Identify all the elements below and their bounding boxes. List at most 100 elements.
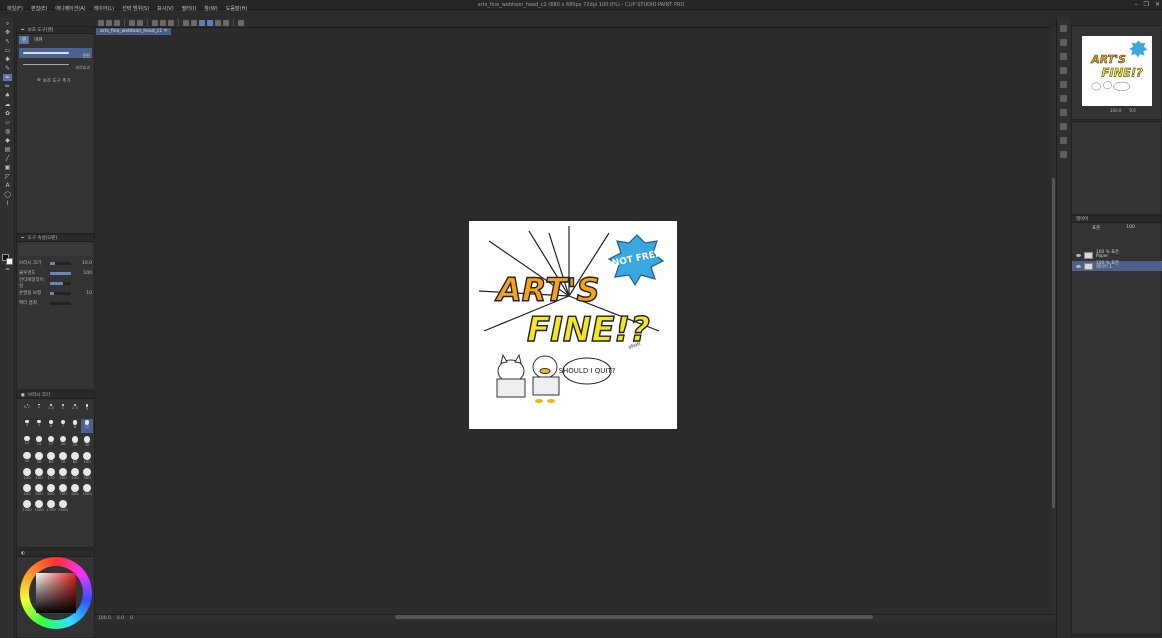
property-slider[interactable] (50, 261, 71, 265)
material-icon[interactable] (1060, 53, 1067, 60)
blend-mode-select[interactable]: 표준 (1092, 225, 1100, 231)
visibility-eye-icon[interactable] (1076, 264, 1081, 268)
layer-opacity[interactable]: 100 (1126, 225, 1135, 231)
brush-size-preset[interactable]: 250 (69, 467, 81, 481)
brush-size-preset[interactable]: 80 (69, 451, 81, 465)
info-icon[interactable] (1060, 151, 1067, 158)
brush-size-preset[interactable]: 10 (81, 419, 93, 433)
decoration-icon[interactable]: ✿ (3, 110, 12, 117)
auto-select-icon[interactable]: ✱ (3, 56, 12, 63)
menu-edit[interactable]: 편집(E) (27, 0, 51, 18)
brush-size-preset[interactable]: 1700 (45, 499, 57, 513)
tab-marker[interactable]: 마커 (31, 36, 45, 44)
eraser-icon[interactable]: ▱ (3, 119, 12, 126)
figure-icon[interactable]: ╱ (3, 155, 12, 162)
item-bank-icon[interactable] (1060, 109, 1067, 116)
transform-icon[interactable] (168, 19, 174, 26)
artwork-canvas[interactable]: NOT FREE ART'S FINE!? ohoh SHOULD I QUIT… (469, 221, 677, 429)
property-slider[interactable] (50, 291, 71, 295)
brush-size-preset[interactable]: 25 (69, 435, 81, 449)
angle-readout[interactable]: 0.0 (117, 616, 124, 621)
brush-size-preset[interactable]: 1200 (21, 499, 33, 513)
menu-help[interactable]: 도움말(H) (222, 0, 251, 18)
undo-icon[interactable] (129, 19, 135, 26)
brush-size-preset[interactable]: 70 (57, 451, 69, 465)
brush-size-preset[interactable]: 1.5 (45, 403, 57, 417)
brush-size-preset[interactable]: 150 (33, 467, 45, 481)
menu-view[interactable]: 표시(V) (153, 0, 178, 18)
brush-size-preset[interactable]: 170 (45, 467, 57, 481)
property-slider[interactable] (50, 301, 71, 305)
menu-filter[interactable]: 필터(I) (178, 0, 201, 18)
pen-tool-icon[interactable]: ✒ (3, 74, 12, 81)
brush-size-preset[interactable]: 800 (69, 483, 81, 497)
brush-size-preset[interactable]: 6 (45, 419, 57, 433)
search-icon[interactable] (1060, 123, 1067, 130)
document-tab[interactable]: arts_fine_webtoon_head_c1 ✕ (96, 28, 172, 35)
brush-size-preset[interactable]: 12 (21, 435, 33, 449)
blend-icon[interactable]: ◍ (3, 128, 12, 135)
frame-icon[interactable]: ▣ (3, 164, 12, 171)
text-tool-icon[interactable]: A (3, 182, 12, 189)
airbrush-icon[interactable]: ☁ (3, 101, 12, 108)
zoom-tool-icon[interactable]: ⌕ (3, 20, 12, 27)
property-slider[interactable] (50, 281, 71, 285)
property-stabilization[interactable]: 손떨림 보정 10 (17, 288, 94, 298)
brush-size-preset[interactable]: 40 (21, 451, 33, 465)
new-icon[interactable] (98, 19, 104, 26)
scroll-thumb[interactable] (1052, 178, 1055, 508)
menu-animation[interactable]: 애니메이션(A) (51, 0, 89, 18)
snap-grid-icon[interactable] (215, 19, 221, 26)
brush-size-preset[interactable]: 1000 (81, 483, 93, 497)
add-subtool-button[interactable]: ⊕ 보조 도구 추가 (17, 72, 94, 84)
operation-tool-icon[interactable]: ↖ (3, 38, 12, 45)
fill-icon[interactable] (160, 19, 166, 26)
navigator-zoom[interactable]: 100.0 (1110, 108, 1121, 113)
menu-window[interactable]: 창(W) (200, 0, 221, 18)
open-icon[interactable] (106, 19, 112, 26)
brush-size-preset[interactable]: 1500 (33, 499, 45, 513)
brush-size-preset[interactable]: 30 (81, 435, 93, 449)
layer-row[interactable]: 100 % 표준 Paper (1072, 250, 1162, 260)
snap-special-ruler-icon[interactable] (207, 19, 213, 26)
brush-size-preset[interactable]: 2 (57, 403, 69, 417)
brush-size-preset[interactable]: 3 (81, 403, 93, 417)
brush-item-gpen[interactable]: 진한 (19, 48, 92, 58)
brush-size-preset[interactable]: 700 (57, 483, 69, 497)
menu-layer[interactable]: 레이어(L) (90, 0, 119, 18)
zoom-readout[interactable]: 100.0 (98, 616, 111, 621)
layer-row-selected[interactable]: 100 % 표준 레이어 1 (1072, 261, 1162, 271)
timeline-icon[interactable] (1060, 137, 1067, 144)
visibility-eye-icon[interactable] (1076, 253, 1081, 257)
minimize-button[interactable]: – (1135, 1, 1138, 8)
saturation-value-square[interactable] (36, 573, 76, 613)
brush-size-preset[interactable]: 2000 (57, 499, 69, 513)
horizontal-scrollbar[interactable] (395, 615, 873, 619)
brush-size-preset[interactable]: 600 (45, 483, 57, 497)
color-wheel[interactable] (20, 557, 92, 629)
brush-size-preset[interactable]: 2.5 (69, 403, 81, 417)
property-slider[interactable] (50, 271, 71, 275)
navigator-angle[interactable]: 0.0 (1129, 108, 1135, 113)
brush-tool-icon[interactable]: ♠ (3, 92, 12, 99)
property-antialias[interactable]: 안티에일리어싱 (17, 278, 94, 289)
sub-view-icon[interactable] (1060, 39, 1067, 46)
gradient-icon[interactable]: ▤ (3, 146, 12, 153)
balloon-icon[interactable]: ◯ (3, 191, 12, 198)
menu-select[interactable]: 선택 범위(S) (118, 0, 153, 18)
brush-size-preset[interactable]: 17 (45, 435, 57, 449)
brush-size-preset[interactable]: 60 (45, 451, 57, 465)
maximize-button[interactable]: ❐ (1144, 1, 1149, 8)
tab-pen[interactable]: 펜 (19, 36, 30, 44)
eyedropper-icon[interactable]: ✎ (3, 65, 12, 72)
move-tool-icon[interactable]: ✥ (3, 29, 12, 36)
brush-size-preset[interactable]: 4 (21, 419, 33, 433)
brush-size-preset[interactable]: 500 (33, 483, 45, 497)
property-vector-snap[interactable]: 벡터 흡착 (17, 298, 94, 308)
brush-size-preset[interactable]: 200 (57, 467, 69, 481)
brush-size-preset[interactable]: 5 (33, 419, 45, 433)
auto-action-icon[interactable] (1060, 95, 1067, 102)
save-icon[interactable] (114, 19, 120, 26)
correct-line-icon[interactable]: ⌇ (3, 200, 12, 207)
menu-file[interactable]: 파일(F) (3, 0, 27, 18)
